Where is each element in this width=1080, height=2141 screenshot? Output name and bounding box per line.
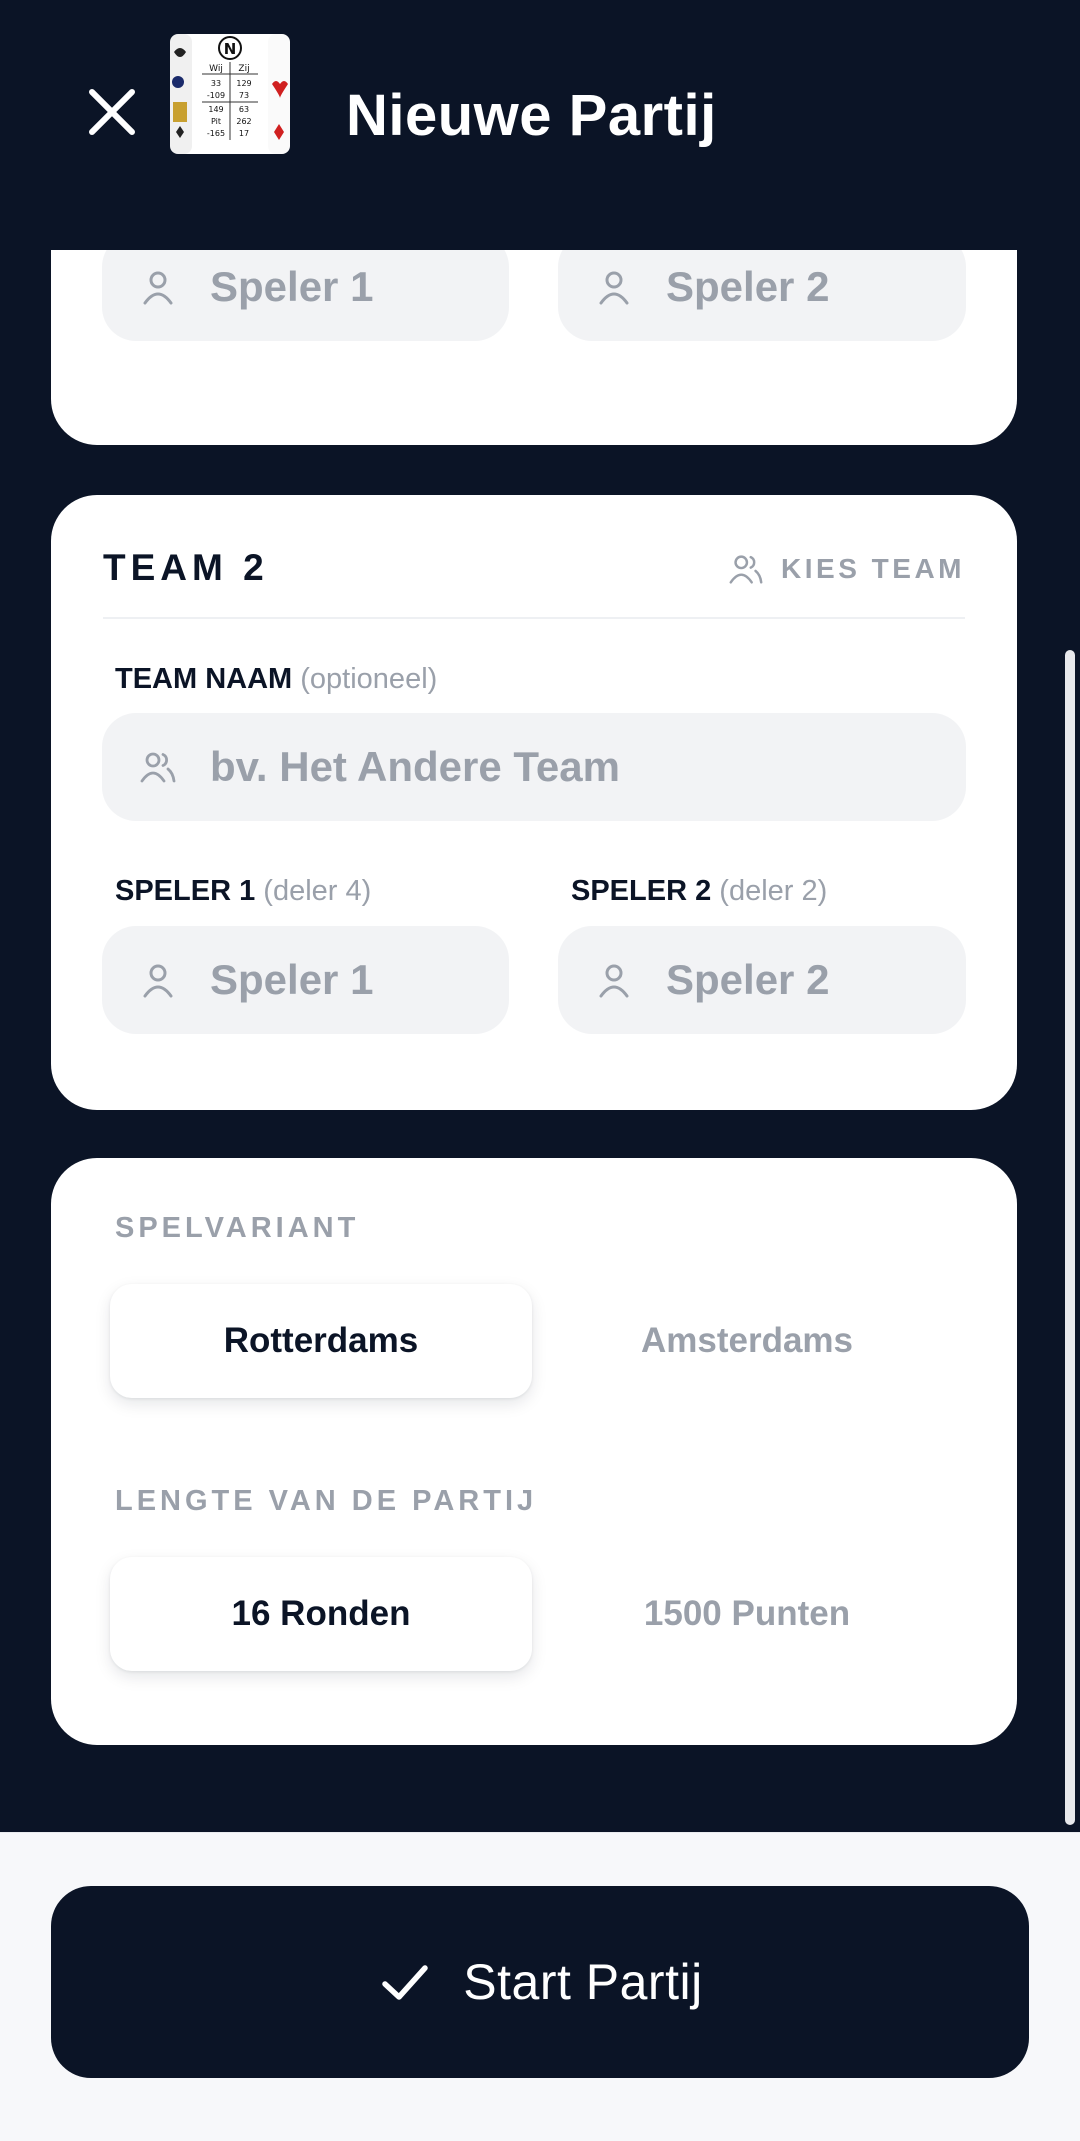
variant-label: SPELVARIANT (115, 1212, 360, 1244)
team1-player2-placeholder: Speler 2 (666, 263, 830, 310)
game-settings-card: SPELVARIANT Rotterdams Amsterdams LENGTE… (51, 1158, 1017, 1745)
logo-letter: N (224, 40, 237, 58)
user-icon (594, 267, 634, 307)
logo-cell: -109 (207, 91, 225, 100)
team2-card: TEAM 2 KIES TEAM TEAM NAAM (optioneel) b… (51, 495, 1017, 1110)
user-icon (138, 960, 178, 1000)
team2-title: TEAM 2 (103, 547, 269, 588)
length-label: LENGTE VAN DE PARTIJ (115, 1485, 538, 1517)
logo-cell: 149 (208, 105, 223, 114)
form-scroll-area[interactable]: Speler 1 Speler 2 TEAM 2 KIES TEAM TEAM … (0, 250, 1080, 1832)
logo-cell: -165 (207, 129, 225, 138)
user-icon (138, 267, 178, 307)
check-icon (382, 1965, 429, 2000)
logo-col2: Zij (238, 64, 249, 74)
close-icon (89, 89, 135, 135)
page-title: Nieuwe Partij (346, 83, 717, 148)
scrollbar[interactable] (1065, 650, 1075, 1825)
team2-player1-input[interactable]: Speler 1 (102, 926, 509, 1034)
divider (103, 617, 965, 619)
team1-player1-placeholder: Speler 1 (210, 263, 374, 310)
team2-player2-placeholder: Speler 2 (666, 956, 830, 1003)
team2-player2-input[interactable]: Speler 2 (558, 926, 966, 1034)
choose-team-label: KIES TEAM (781, 553, 965, 584)
team2-player1-label: SPELER 1 (deler 4) (115, 875, 372, 907)
team2-name-placeholder: bv. Het Andere Team (210, 743, 620, 790)
app-logo: N Wij Zij 33 129 -109 73 149 63 Pit 262 … (168, 32, 292, 156)
team1-player2-input[interactable]: Speler 2 (558, 250, 966, 341)
footer-bar: Start Partij (0, 1832, 1080, 2141)
logo-col1: Wij (209, 64, 223, 74)
logo-cell: Pit (211, 117, 221, 126)
length-option-points[interactable]: 1500 Punten (536, 1557, 958, 1671)
team2-player2-label: SPELER 2 (deler 2) (571, 875, 828, 907)
logo-cell: 262 (236, 117, 251, 126)
logo-cell: 33 (211, 79, 221, 88)
app-header: N Wij Zij 33 129 -109 73 149 63 Pit 262 … (0, 0, 1080, 250)
variant-option-amsterdams[interactable]: Amsterdams (536, 1284, 958, 1398)
logo-cell: 73 (239, 91, 249, 100)
team-name-label: TEAM NAAM (optioneel) (115, 663, 438, 695)
close-button[interactable] (80, 80, 144, 144)
logo-cell: 129 (236, 79, 251, 88)
user-icon (594, 960, 634, 1000)
team2-player1-placeholder: Speler 1 (210, 956, 374, 1003)
team1-player1-input[interactable]: Speler 1 (102, 250, 509, 341)
variant-option-rotterdams[interactable]: Rotterdams (110, 1284, 532, 1398)
team1-card: Speler 1 Speler 2 (51, 250, 1017, 445)
logo-cell: 17 (239, 129, 249, 138)
users-icon (729, 555, 763, 584)
start-game-button[interactable]: Start Partij (51, 1886, 1029, 2078)
users-icon (138, 747, 178, 787)
start-game-label: Start Partij (463, 1954, 703, 2010)
choose-team-button[interactable]: KIES TEAM (727, 549, 965, 589)
team2-name-input[interactable]: bv. Het Andere Team (102, 713, 966, 821)
logo-cell: 63 (239, 105, 249, 114)
length-option-rounds[interactable]: 16 Ronden (110, 1557, 532, 1671)
